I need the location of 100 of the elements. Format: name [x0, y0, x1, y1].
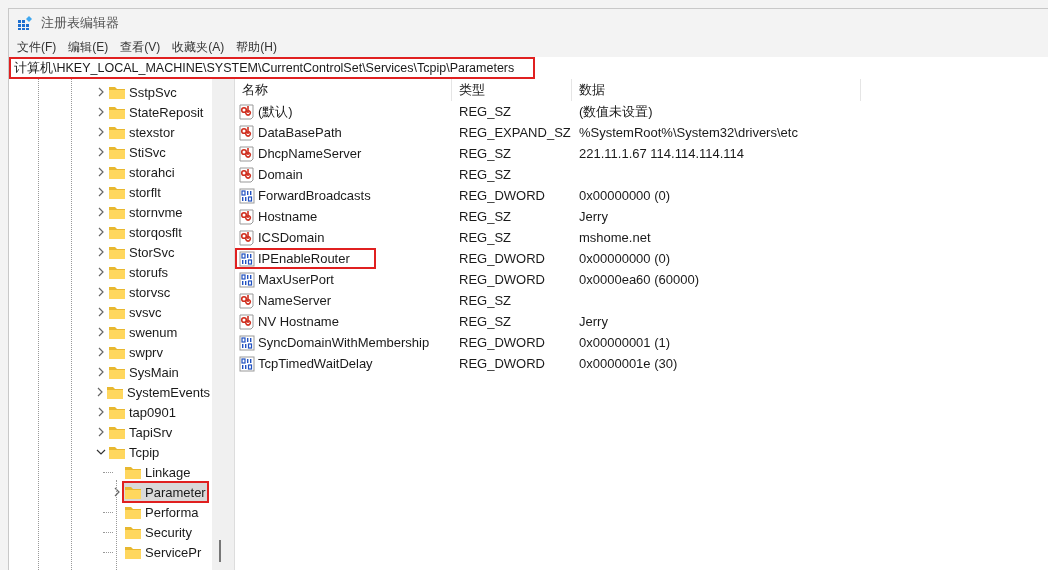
- tree-item[interactable]: StateReposit: [107, 102, 206, 122]
- expand-chevron-icon[interactable]: [112, 487, 122, 497]
- expand-chevron-icon[interactable]: [96, 407, 106, 417]
- tree-item[interactable]: swprv: [107, 342, 165, 362]
- value-type-cell-text: REG_DWORD: [458, 251, 546, 266]
- value-name-cell[interactable]: MaxUserPort: [235, 269, 338, 290]
- tree-item[interactable]: StorSvc: [107, 242, 177, 262]
- folder-icon: [108, 344, 126, 360]
- column-header[interactable]: 数据: [572, 79, 861, 101]
- tree-item[interactable]: storflt: [107, 182, 163, 202]
- tree-item[interactable]: StiSvc: [107, 142, 168, 162]
- expand-chevron-icon[interactable]: [96, 167, 106, 177]
- tree-item[interactable]: Security: [123, 522, 194, 542]
- expand-chevron-icon[interactable]: [96, 367, 106, 377]
- value-type-cell-text: REG_DWORD: [458, 188, 546, 203]
- tree-item[interactable]: Tcpip: [107, 442, 162, 462]
- tree-item[interactable]: tap0901: [107, 402, 178, 422]
- value-data-cell-text: 221.11.1.67 114.114.114.114: [578, 146, 746, 161]
- expand-chevron-icon[interactable]: [96, 307, 106, 317]
- expand-chevron-icon[interactable]: [95, 387, 105, 397]
- folder-icon: [124, 464, 142, 480]
- scrollbar-thumb[interactable]: [219, 540, 221, 562]
- tree-item[interactable]: Parameter: [123, 482, 208, 502]
- tree-item[interactable]: SstpSvc: [107, 82, 179, 102]
- folder-icon: [108, 324, 126, 340]
- folder-icon: [108, 124, 126, 140]
- tree-item[interactable]: Linkage: [123, 462, 193, 482]
- tree-item[interactable]: storufs: [107, 262, 170, 282]
- registry-app-icon: [17, 15, 33, 31]
- menu-item[interactable]: 收藏夹(A): [166, 38, 231, 56]
- window-title: 注册表编辑器: [41, 14, 119, 32]
- folder-icon: [108, 404, 126, 420]
- tree-item[interactable]: stornvme: [107, 202, 185, 222]
- menu-item[interactable]: 文件(F): [11, 38, 63, 56]
- tree-item[interactable]: stexstor: [107, 122, 177, 142]
- expand-chevron-icon[interactable]: [96, 127, 106, 137]
- value-name-cell[interactable]: SyncDomainWithMembership: [235, 332, 434, 353]
- tree-item[interactable]: swenum: [107, 322, 180, 342]
- value-name-cell[interactable]: Domain: [235, 164, 307, 185]
- expand-chevron-icon[interactable]: [96, 107, 106, 117]
- expand-chevron-icon[interactable]: [96, 267, 106, 277]
- expand-chevron-icon[interactable]: [96, 287, 106, 297]
- menu-item[interactable]: 查看(V): [114, 38, 167, 56]
- tree-item[interactable]: svsvc: [107, 302, 164, 322]
- value-type-cell-text: REG_DWORD: [458, 272, 546, 287]
- expand-chevron-icon[interactable]: [96, 227, 106, 237]
- folder-icon: [106, 384, 124, 400]
- column-header[interactable]: 类型: [452, 79, 572, 101]
- folder-icon: [124, 484, 142, 500]
- menu-item[interactable]: 帮助(H): [230, 38, 283, 56]
- tree-item[interactable]: ServicePr: [123, 542, 204, 562]
- value-name-cell[interactable]: ForwardBroadcasts: [235, 185, 375, 206]
- value-type-cell-text: REG_DWORD: [458, 335, 546, 350]
- value-type-cell-text: REG_SZ: [458, 293, 512, 308]
- value-name-cell[interactable]: DataBasePath: [235, 122, 346, 143]
- folder-icon: [108, 224, 126, 240]
- value-type-cell-text: REG_EXPAND_SZ: [458, 125, 572, 140]
- value-type-cell-text: REG_SZ: [458, 314, 512, 329]
- expand-chevron-icon[interactable]: [96, 207, 106, 217]
- value-data-cell-text: (数值未设置): [578, 102, 654, 121]
- expand-chevron-icon[interactable]: [96, 247, 106, 257]
- expand-chevron-icon[interactable]: [96, 347, 106, 357]
- tree-item[interactable]: SystemEvents: [105, 382, 212, 402]
- tree-item[interactable]: storqosflt: [107, 222, 184, 242]
- tree-item[interactable]: TapiSrv: [107, 422, 175, 442]
- tree-item[interactable]: storahci: [107, 162, 177, 182]
- expand-chevron-icon[interactable]: [96, 187, 106, 197]
- value-data-cell-text: mshome.net: [578, 230, 652, 245]
- value-name-cell[interactable]: IPEnableRouter: [235, 248, 376, 269]
- folder-icon: [108, 104, 126, 120]
- folder-icon: [108, 184, 126, 200]
- folder-icon: [108, 144, 126, 160]
- value-name-cell[interactable]: (默认): [235, 101, 297, 122]
- value-type-cell-text: REG_SZ: [458, 230, 512, 245]
- collapse-chevron-icon[interactable]: [96, 447, 106, 457]
- folder-icon: [108, 204, 126, 220]
- menu-item[interactable]: 编辑(E): [62, 38, 115, 56]
- folder-icon: [124, 504, 142, 520]
- value-name-cell[interactable]: Hostname: [235, 206, 322, 227]
- expand-chevron-icon[interactable]: [96, 147, 106, 157]
- value-name-cell[interactable]: NameServer: [235, 290, 335, 311]
- value-type-cell-text: REG_SZ: [458, 146, 512, 161]
- expand-chevron-icon[interactable]: [96, 427, 106, 437]
- tree-item[interactable]: SysMain: [107, 362, 181, 382]
- value-name-cell[interactable]: NV Hostname: [235, 311, 343, 332]
- folder-icon: [108, 444, 126, 460]
- folder-icon: [108, 364, 126, 380]
- column-header[interactable]: 名称: [235, 79, 452, 101]
- expand-chevron-icon[interactable]: [96, 327, 106, 337]
- tree-item[interactable]: Performa: [123, 502, 201, 522]
- expand-chevron-icon[interactable]: [96, 87, 106, 97]
- value-name-cell[interactable]: TcpTimedWaitDelay: [235, 353, 377, 374]
- value-data-cell-text: 0x00000000 (0): [578, 251, 672, 266]
- value-name-cell[interactable]: DhcpNameServer: [235, 143, 366, 164]
- address-field[interactable]: 计算机\HKEY_LOCAL_MACHINE\SYSTEM\CurrentControlSet\Services\Tcpip\Parameters: [9, 57, 535, 79]
- value-name-cell[interactable]: ICSDomain: [235, 227, 329, 248]
- folder-icon: [108, 424, 126, 440]
- value-data-cell-text: %SystemRoot%\System32\drivers\etc: [578, 125, 799, 140]
- folder-icon: [124, 524, 142, 540]
- tree-item[interactable]: storvsc: [107, 282, 173, 302]
